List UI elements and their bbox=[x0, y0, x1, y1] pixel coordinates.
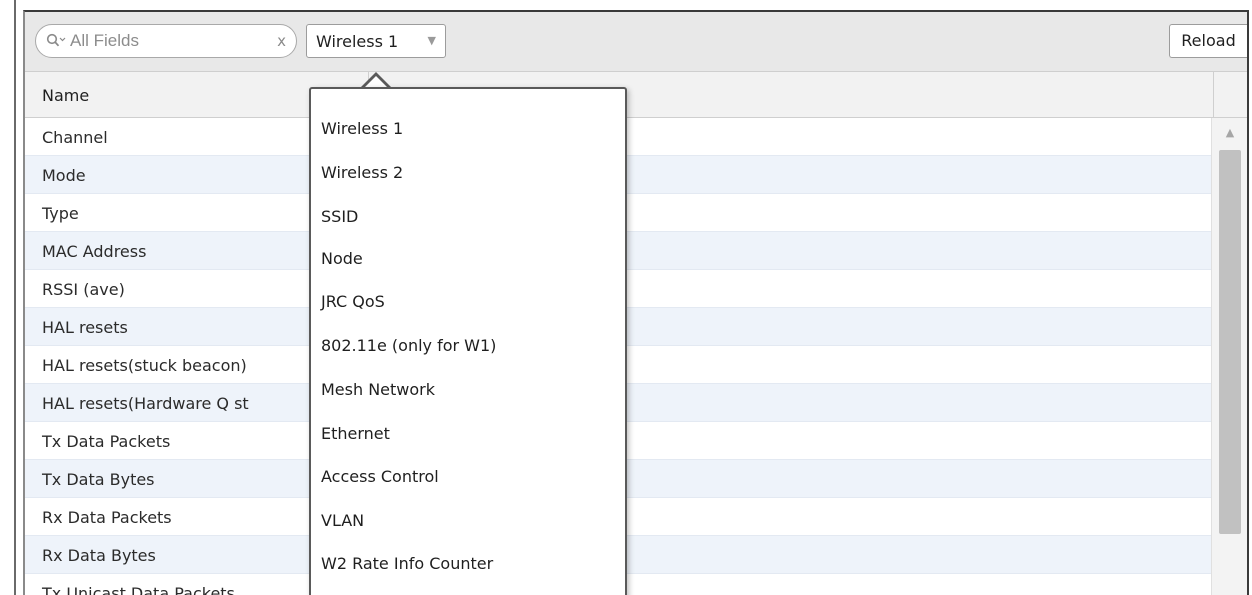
row-name: Mode bbox=[42, 166, 86, 185]
vertical-scrollbar[interactable]: ▲ bbox=[1211, 118, 1247, 595]
row-name: HAL resets(Hardware Q st bbox=[42, 394, 249, 413]
dropdown-arrow-icon: ▼ bbox=[427, 34, 436, 47]
menu-item-w2-rate-info-counter[interactable]: W2 Rate Info Counter bbox=[321, 554, 493, 573]
row-name: Rx Data Packets bbox=[42, 508, 172, 527]
search-input[interactable] bbox=[70, 30, 260, 52]
category-select-value: Wireless 1 bbox=[316, 32, 399, 51]
menu-item-wireless-2[interactable]: Wireless 2 bbox=[321, 163, 403, 182]
menu-item-node[interactable]: Node bbox=[321, 249, 363, 268]
row-name: HAL resets(stuck beacon) bbox=[42, 356, 247, 375]
row-name: Rx Data Bytes bbox=[42, 546, 156, 565]
menu-item-mesh-network[interactable]: Mesh Network bbox=[321, 380, 435, 399]
search-box[interactable]: x bbox=[35, 24, 297, 58]
menu-item-jrc-qos[interactable]: JRC QoS bbox=[321, 292, 385, 311]
menu-item-access-control[interactable]: Access Control bbox=[321, 467, 439, 486]
row-name: Type bbox=[42, 204, 79, 223]
category-dropdown-menu: Wireless 1 Wireless 2 SSID Node JRC QoS … bbox=[309, 87, 627, 595]
row-name: Tx Data Bytes bbox=[42, 470, 155, 489]
reload-button[interactable]: Reload bbox=[1169, 24, 1247, 58]
row-name: Tx Data Packets bbox=[42, 432, 171, 451]
left-edge-rule bbox=[14, 0, 16, 595]
toolbar: x Wireless 1 ▼ Reload bbox=[25, 12, 1247, 72]
menu-item-wireless-1[interactable]: Wireless 1 bbox=[321, 119, 403, 138]
scroll-up-arrow-icon[interactable]: ▲ bbox=[1212, 118, 1247, 148]
menu-item-ethernet[interactable]: Ethernet bbox=[321, 424, 390, 443]
column-divider[interactable] bbox=[1213, 72, 1214, 118]
clear-search-icon[interactable]: x bbox=[277, 31, 286, 51]
row-name: Channel bbox=[42, 128, 108, 147]
stats-panel: x Wireless 1 ▼ Reload Name Channel Mode … bbox=[23, 10, 1249, 595]
search-icon bbox=[46, 33, 68, 49]
menu-item-80211e[interactable]: 802.11e (only for W1) bbox=[321, 336, 496, 355]
row-name: Tx Unicast Data Packets bbox=[42, 584, 235, 595]
menu-item-vlan[interactable]: VLAN bbox=[321, 511, 364, 530]
column-header-name[interactable]: Name bbox=[42, 86, 89, 105]
category-select[interactable]: Wireless 1 ▼ bbox=[306, 24, 446, 58]
row-name: RSSI (ave) bbox=[42, 280, 125, 299]
menu-item-ssid[interactable]: SSID bbox=[321, 207, 358, 226]
table-header: Name bbox=[25, 72, 1247, 118]
row-name: MAC Address bbox=[42, 242, 147, 261]
row-name: HAL resets bbox=[42, 318, 128, 337]
scrollbar-thumb[interactable] bbox=[1219, 150, 1241, 534]
